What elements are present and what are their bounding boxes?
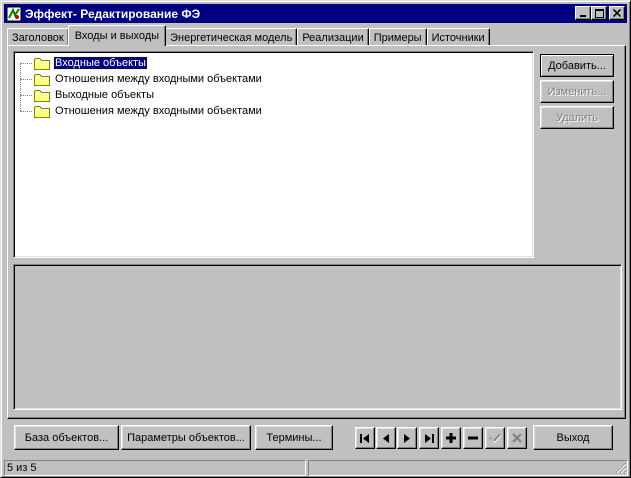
tree-item-inputs[interactable]: Входные объекты	[20, 55, 148, 71]
cancel-record-icon	[512, 433, 522, 443]
minimize-icon	[580, 15, 586, 17]
delete-record-button[interactable]	[463, 427, 483, 449]
title-bar[interactable]: Эффект- Редактирование ФЭ	[4, 4, 627, 23]
close-icon	[613, 9, 621, 17]
tree-branch-line	[20, 62, 32, 64]
tree-branch-line	[20, 78, 32, 80]
io-tree[interactable]: Входные объекты Отношения между входными…	[13, 51, 534, 258]
delete-button[interactable]: Удалить	[540, 106, 614, 129]
first-record-button[interactable]	[355, 427, 375, 449]
folder-icon	[34, 73, 50, 86]
maximize-button[interactable]	[591, 6, 607, 20]
next-record-icon	[404, 433, 410, 443]
delete-record-icon	[468, 436, 478, 440]
tab-inputs-outputs[interactable]: Входы и выходы	[67, 25, 167, 46]
first-record-icon	[360, 433, 369, 443]
terms-button[interactable]: Термины...	[255, 425, 333, 450]
tab-strip: Заголовок Входы и выходы Энергетическая …	[7, 25, 490, 46]
close-button[interactable]	[609, 6, 625, 20]
app-icon[interactable]	[6, 6, 22, 22]
insert-record-button[interactable]	[441, 427, 461, 449]
post-record-icon	[489, 433, 501, 443]
objects-db-button[interactable]: База объектов...	[14, 425, 119, 450]
add-button[interactable]: Добавить...	[540, 54, 614, 77]
tree-item-label: Отношения между входными объектами	[55, 73, 262, 85]
tab-examples[interactable]: Примеры	[368, 28, 427, 46]
tree-item-label: Отношения между входными объектами	[55, 105, 262, 117]
tab-implementations[interactable]: Реализации	[297, 28, 369, 46]
tab-energy-model[interactable]: Энергетическая модель	[165, 28, 298, 46]
folder-icon	[34, 89, 50, 102]
description-panel	[13, 264, 622, 410]
status-record-position: 5 из 5	[4, 460, 306, 476]
tree-item-label: Входные объекты	[53, 56, 148, 70]
post-record-button[interactable]	[485, 427, 505, 449]
tree-item-output-relations[interactable]: Отношения между входными объектами	[20, 103, 263, 119]
minimize-button[interactable]	[575, 6, 591, 20]
main-window: Эффект- Редактирование ФЭ Заголовок Вход…	[0, 0, 631, 478]
tree-branch-line	[20, 110, 32, 112]
caption-buttons	[575, 6, 625, 20]
tree-item-outputs[interactable]: Выходные объекты	[20, 87, 155, 103]
prior-record-button[interactable]	[376, 427, 396, 449]
exit-button[interactable]: Выход	[533, 425, 613, 450]
status-second-pane	[308, 460, 628, 476]
tree-branch-line	[20, 94, 32, 96]
next-record-button[interactable]	[397, 427, 417, 449]
window-title: Эффект- Редактирование ФЭ	[25, 6, 201, 21]
folder-icon	[34, 57, 50, 70]
tree-item-input-relations[interactable]: Отношения между входными объектами	[20, 71, 263, 87]
edit-button[interactable]: Изменить...	[540, 80, 614, 103]
tree-item-label: Выходные объекты	[55, 89, 154, 101]
object-params-button[interactable]: Параметры объектов...	[121, 425, 251, 450]
tab-header[interactable]: Заголовок	[7, 28, 69, 46]
last-record-icon	[425, 433, 434, 443]
prior-record-icon	[383, 433, 389, 443]
cancel-record-button[interactable]	[507, 427, 527, 449]
resize-grip-icon[interactable]	[615, 462, 627, 474]
folder-icon	[34, 105, 50, 118]
tab-sources[interactable]: Источники	[426, 28, 490, 46]
last-record-button[interactable]	[419, 427, 439, 449]
insert-record-icon	[446, 433, 456, 443]
maximize-icon	[594, 8, 604, 18]
